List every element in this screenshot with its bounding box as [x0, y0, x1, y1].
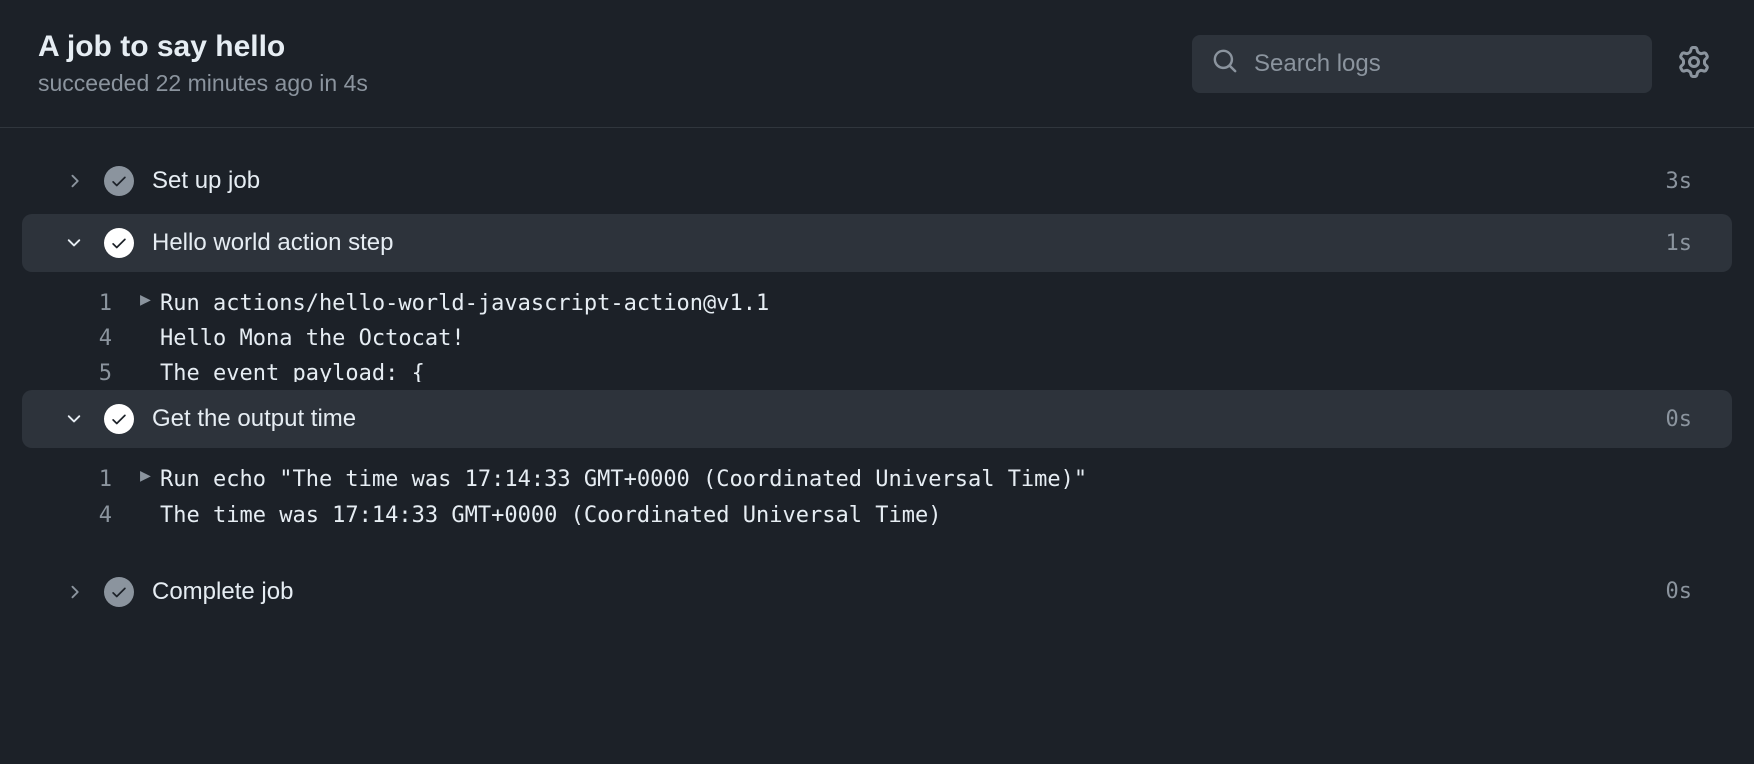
log-line: 4 Hello Mona the Octocat! — [40, 321, 1714, 356]
log-line-number: 1 — [80, 286, 140, 321]
step-name: Set up job — [152, 167, 1648, 195]
log-text: Run echo "The time was 17:14:33 GMT+0000… — [160, 462, 1087, 497]
log-output: 1 ▶ Run echo "The time was 17:14:33 GMT+… — [0, 452, 1754, 536]
steps-list: Set up job 3s Hello world action step 1s… — [0, 128, 1754, 621]
step-set-up-job[interactable]: Set up job 3s — [22, 152, 1732, 210]
step-duration: 0s — [1666, 407, 1693, 432]
job-header: A job to say hello succeeded 22 minutes … — [0, 0, 1754, 128]
log-text: The event payload: { — [160, 356, 425, 382]
step-name: Complete job — [152, 578, 1648, 606]
log-output: 1 ▶ Run actions/hello-world-javascript-a… — [0, 276, 1754, 386]
settings-button[interactable] — [1672, 40, 1716, 87]
search-input[interactable] — [1254, 50, 1632, 78]
chevron-right-icon[interactable] — [62, 171, 86, 191]
caret-right-icon[interactable]: ▶ — [140, 286, 160, 315]
log-text: The time was 17:14:33 GMT+0000 (Coordina… — [160, 498, 941, 533]
step-name: Hello world action step — [152, 229, 1648, 257]
search-box[interactable] — [1192, 35, 1652, 93]
step-name: Get the output time — [152, 405, 1648, 433]
step-duration: 0s — [1666, 579, 1693, 604]
log-line: 5 The event payload: { — [40, 356, 1714, 382]
search-icon — [1212, 48, 1238, 79]
check-circle-icon — [104, 166, 134, 196]
check-circle-icon — [104, 404, 134, 434]
step-duration: 3s — [1666, 169, 1693, 194]
check-circle-icon — [104, 228, 134, 258]
step-duration: 1s — [1666, 231, 1693, 256]
header-right — [1192, 35, 1716, 93]
log-text: Hello Mona the Octocat! — [160, 321, 465, 356]
chevron-down-icon[interactable] — [62, 233, 86, 253]
log-line[interactable]: 1 ▶ Run echo "The time was 17:14:33 GMT+… — [40, 462, 1714, 497]
step-get-output-time[interactable]: Get the output time 0s — [22, 390, 1732, 448]
step-complete-job[interactable]: Complete job 0s — [22, 563, 1732, 621]
log-line: 4 The time was 17:14:33 GMT+0000 (Coordi… — [40, 498, 1714, 533]
log-line-number: 5 — [80, 356, 140, 382]
header-left: A job to say hello succeeded 22 minutes … — [38, 30, 368, 97]
job-title: A job to say hello — [38, 30, 368, 64]
log-line-number: 4 — [80, 498, 140, 533]
gear-icon — [1678, 46, 1710, 81]
log-line[interactable]: 1 ▶ Run actions/hello-world-javascript-a… — [40, 286, 1714, 321]
check-circle-icon — [104, 577, 134, 607]
log-text: Run actions/hello-world-javascript-actio… — [160, 286, 769, 321]
caret-right-icon[interactable]: ▶ — [140, 462, 160, 491]
chevron-down-icon[interactable] — [62, 409, 86, 429]
log-line-number: 4 — [80, 321, 140, 356]
job-subtitle: succeeded 22 minutes ago in 4s — [38, 70, 368, 97]
step-hello-world[interactable]: Hello world action step 1s — [22, 214, 1732, 272]
log-line-number: 1 — [80, 462, 140, 497]
chevron-right-icon[interactable] — [62, 582, 86, 602]
